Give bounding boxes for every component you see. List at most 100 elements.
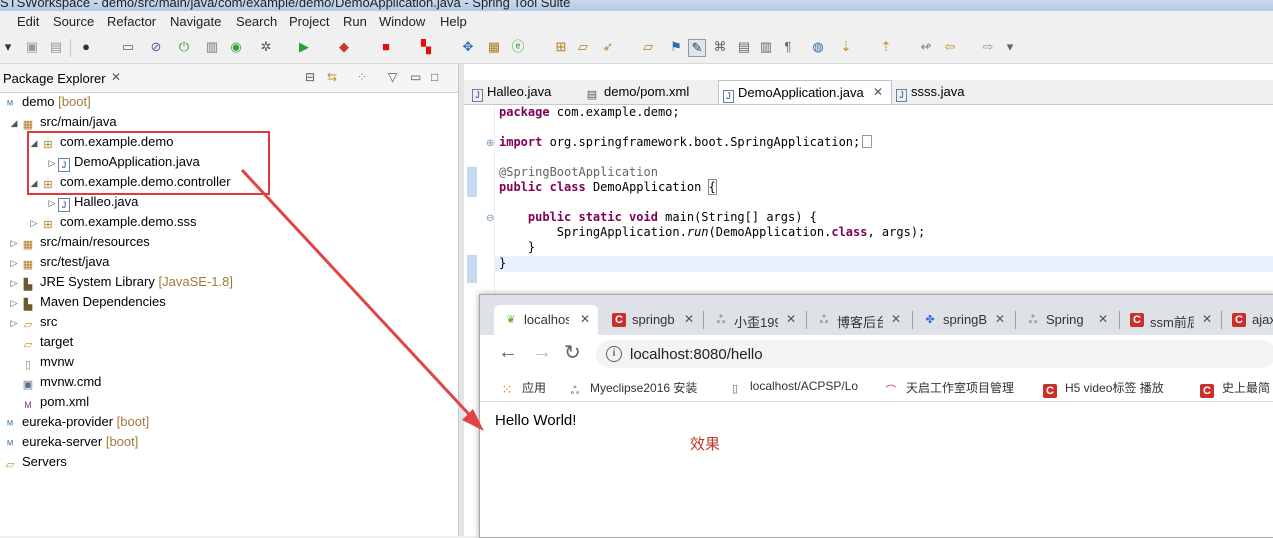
profile-icon[interactable]: ●	[78, 39, 94, 55]
show-whitespace-icon[interactable]: ¶	[780, 39, 796, 55]
menu-window[interactable]: Window	[379, 14, 425, 29]
spring-icon[interactable]: ◉	[228, 39, 244, 55]
tree-item-mvnw[interactable]: ▯ mvnw	[20, 352, 74, 372]
close-icon[interactable]: ✕	[891, 312, 901, 326]
expanded-icon[interactable]: ◢	[8, 113, 20, 133]
collapsed-icon[interactable]: ▷	[8, 313, 20, 333]
close-icon[interactable]: ✕	[684, 312, 694, 326]
back-arrow-icon[interactable]: ←	[498, 341, 518, 364]
block-selection-icon[interactable]: ⌘	[712, 39, 728, 55]
menu-project[interactable]: Project	[289, 14, 329, 29]
collapsed-icon[interactable]: ▷	[46, 153, 58, 173]
debug-icon[interactable]: ✲	[258, 39, 274, 55]
new-java-project-icon[interactable]: ✥	[460, 39, 476, 55]
code-line-package[interactable]: package com.example.demo;	[499, 105, 680, 119]
console-icon[interactable]: ▭	[120, 39, 136, 55]
menu-search[interactable]: Search	[236, 14, 277, 29]
minimize-icon[interactable]: ▭	[410, 70, 421, 84]
menu-run[interactable]: Run	[343, 14, 367, 29]
fold-expand-icon[interactable]: ⊕	[486, 138, 494, 149]
tree-item-demo[interactable]: ᴹ demo [boot]	[2, 92, 91, 112]
forward-arrow-icon[interactable]: →	[532, 341, 552, 364]
annotation-icon[interactable]: ⚑	[668, 39, 684, 55]
tab-demo-application-java[interactable]: J DemoApplication.java ✕	[718, 80, 892, 104]
tree-item-com-example-demo-sss[interactable]: ▷ ⊞ com.example.demo.sss	[28, 212, 197, 232]
forward-dropdown-icon[interactable]: ▾	[1002, 39, 1018, 55]
info-icon[interactable]: i	[606, 346, 622, 362]
browser-tab-springboot-baidu[interactable]: ✤ springB ✕	[913, 305, 1013, 335]
code-line-run[interactable]: SpringApplication.run(DemoApplication.cl…	[499, 225, 925, 239]
breadcrumb-toggle-icon[interactable]: ▥	[758, 39, 774, 55]
open-type-icon[interactable]: ⊞	[553, 39, 569, 55]
new-class-icon[interactable]: ⓔ	[510, 39, 526, 55]
tree-item-pom-xml[interactable]: Mpom.xml	[20, 392, 89, 412]
browser-tab-ssm[interactable]: C ssm前后 ✕	[1120, 305, 1220, 335]
collapsed-icon[interactable]: ▷	[8, 233, 20, 253]
close-icon[interactable]: ✕	[111, 70, 121, 84]
collapsed-icon[interactable]: ▷	[8, 273, 20, 293]
collapsed-icon[interactable]: ▷	[8, 253, 20, 273]
folded-region-icon[interactable]	[862, 135, 873, 148]
open-task-icon[interactable]: ➶	[600, 39, 616, 55]
new-dropdown-icon[interactable]: ▾	[0, 39, 16, 55]
code-line-close-class[interactable]: }	[499, 256, 506, 270]
maximize-icon[interactable]: □	[431, 70, 438, 84]
search-folder-icon[interactable]: ▱	[640, 39, 656, 55]
run-icon[interactable]: ▶	[296, 39, 312, 55]
bookmark-localhost-acpsp[interactable]: ▯ localhost/ACPSP/Lo	[728, 379, 858, 396]
skip-breakpoints-icon[interactable]: ⊘	[148, 39, 164, 55]
browser-tab-spring[interactable]: ஃ Spring ✕	[1016, 305, 1116, 335]
code-line-annotation[interactable]: @SpringBootApplication	[499, 165, 658, 179]
stop-icon[interactable]: ■	[378, 39, 394, 55]
menu-source[interactable]: Source	[53, 14, 94, 29]
forward-icon[interactable]: ⇨	[980, 39, 996, 55]
tree-item-halleo[interactable]: ▷ J Halleo.java	[46, 192, 138, 212]
menu-navigate[interactable]: Navigate	[170, 14, 221, 29]
collapsed-icon[interactable]: ▷	[8, 293, 20, 313]
code-line-class[interactable]: public class DemoApplication {	[499, 179, 717, 195]
next-annotation-icon[interactable]: ⇣	[838, 39, 854, 55]
code-line-close-method[interactable]: }	[499, 240, 535, 254]
browser-tab-blog-admin[interactable]: ஃ 博客后台 ✕	[807, 305, 911, 335]
close-icon[interactable]: ✕	[1202, 312, 1212, 326]
collapsed-icon[interactable]: ▷	[46, 193, 58, 213]
menu-edit[interactable]: Edit	[17, 14, 39, 29]
globe-icon[interactable]: ◍	[810, 39, 826, 55]
browser-tab-localhost[interactable]: ❦ localhos ✕	[494, 305, 598, 335]
tab-demo-pom-xml[interactable]: ▤ demo/pom.xml	[580, 80, 718, 103]
bookmark-simplest[interactable]: C 史上最简	[1200, 379, 1270, 398]
bookmark-myeclipse[interactable]: ஃ Myeclipse2016 安装	[568, 379, 698, 398]
fold-collapse-icon[interactable]: ⊖	[486, 213, 494, 224]
relaunch-icon[interactable]: ▚	[418, 39, 434, 55]
save-all-icon[interactable]: ▤	[48, 39, 64, 55]
code-line-import[interactable]: import org.springframework.boot.SpringAp…	[499, 135, 873, 149]
bookmark-h5-video[interactable]: C H5 video标签 播放	[1043, 379, 1164, 398]
tree-item-demo-application[interactable]: ▷ J DemoApplication.java	[46, 152, 200, 172]
bookmark-apps[interactable]: ⁙ 应用	[500, 379, 546, 397]
new-package-icon[interactable]: ▦	[486, 39, 502, 55]
boot-dashboard-icon[interactable]: ⏻	[176, 39, 192, 55]
collapse-all-icon[interactable]: ⊟	[305, 70, 315, 84]
tree-item-com-example-demo-controller[interactable]: ◢ ⊞ com.example.demo.controller	[28, 172, 231, 192]
tree-item-eureka-server[interactable]: ᴹ eureka-server [boot]	[2, 432, 138, 452]
last-edit-icon[interactable]: ↫	[918, 39, 934, 55]
back-icon[interactable]: ⇦	[942, 39, 958, 55]
terminal-icon[interactable]: ▥	[204, 39, 220, 55]
address-bar[interactable]: i localhost:8080/hello	[596, 340, 1273, 368]
bookmark-tianqi[interactable]: ⌒ 天启工作室项目管理	[884, 379, 1015, 398]
save-icon[interactable]: ▣	[24, 39, 40, 55]
tree-item-target[interactable]: ▱ target	[20, 332, 73, 352]
word-wrap-icon[interactable]: ▤	[736, 39, 752, 55]
browser-tab-xiaowai[interactable]: ஃ 小歪199 ✕	[704, 305, 804, 335]
tree-item-maven-dependencies[interactable]: ▷ ▙ Maven Dependencies	[8, 292, 166, 312]
tab-ssss-java[interactable]: Jssss.java	[892, 80, 986, 103]
browser-tab-springb[interactable]: C springb ✕	[602, 305, 702, 335]
expanded-icon[interactable]: ◢	[28, 173, 40, 193]
run-external-icon[interactable]: ◆	[336, 39, 352, 55]
tree-item-src-main-resources[interactable]: ▷ ▦ src/main/resources	[8, 232, 150, 252]
tree-item-src-main-java[interactable]: ◢ ▦ src/main/java	[8, 112, 117, 132]
tree-item-mvnw-cmd[interactable]: ▣ mvnw.cmd	[20, 372, 102, 392]
tree-item-src[interactable]: ▷ ▱ src	[8, 312, 58, 333]
filter-icon[interactable]: ⁘	[357, 70, 367, 84]
mark-occurrences-icon[interactable]: ✎	[688, 39, 706, 57]
